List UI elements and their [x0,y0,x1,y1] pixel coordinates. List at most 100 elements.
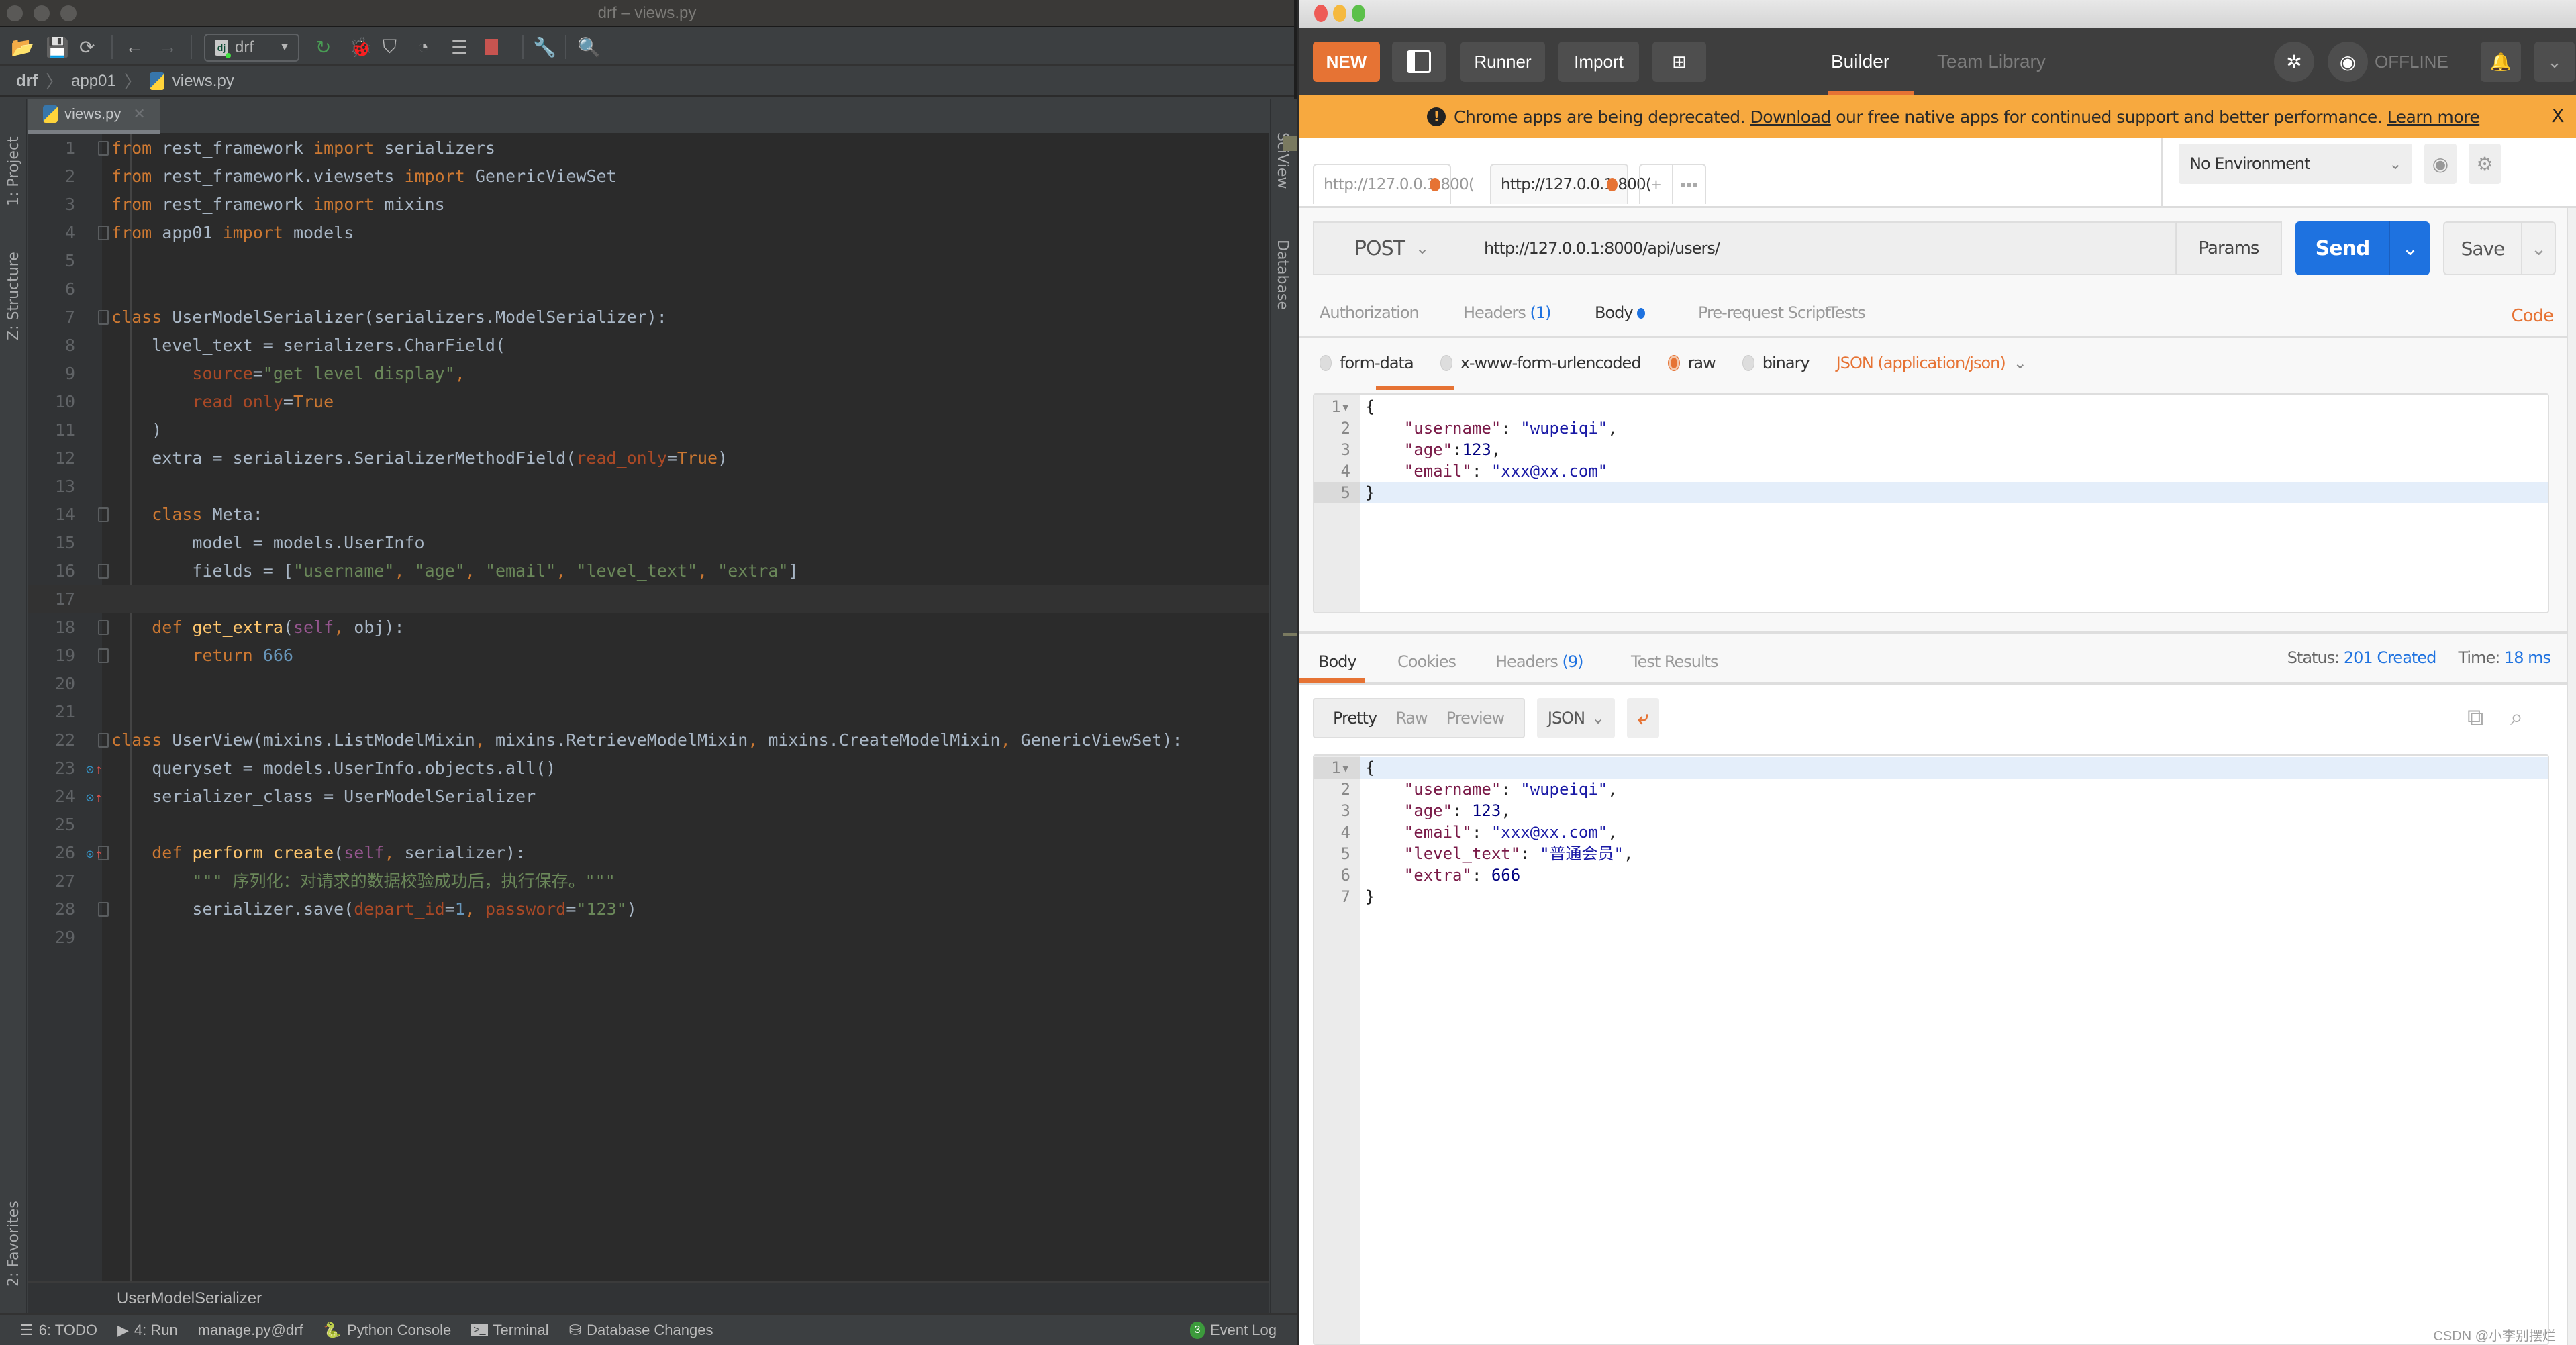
code-link[interactable]: Code [2511,306,2554,326]
code-line[interactable]: 19 return 666 [28,642,1269,670]
response-tab-body[interactable]: Body [1318,652,1357,671]
code-line[interactable]: 4 from app01 import models [28,219,1269,247]
body-type-raw[interactable]: raw [1667,354,1716,372]
add-tab-button[interactable]: + [1640,165,1673,204]
json-line[interactable]: 3 "age":123, [1314,439,2548,460]
sync-status-button[interactable]: ◉ [2328,42,2368,82]
close-icon[interactable]: X [2551,105,2564,127]
wrench-settings-icon[interactable]: 🔧 [533,35,556,59]
code-line[interactable]: 7 class UserModelSerializer(serializers.M… [28,303,1269,332]
code-line[interactable]: 3 from rest_framework import mixins [28,191,1269,219]
tab-prerequest-script[interactable]: Pre-request Script [1698,303,1831,322]
json-line[interactable]: 6 "extra": 666 [1314,864,2548,886]
save-options-chevron-icon[interactable]: ⌄ [2521,223,2555,274]
terminal-button[interactable]: >_ Terminal [471,1322,549,1339]
interceptor-button[interactable]: ✲ [2274,42,2314,82]
request-tab-active[interactable]: http://127.0.0.1:800( [1490,164,1652,204]
new-window-button[interactable]: ⊞ [1652,42,1706,82]
copy-icon[interactable]: ⧉ [2467,705,2483,731]
account-menu-button[interactable]: ⌄ [2534,42,2575,82]
send-button[interactable]: Send ⌄ [2295,221,2430,275]
radio-button-selected[interactable] [1667,355,1680,371]
json-line[interactable]: 5} [1314,482,2548,503]
code-line[interactable]: 16 fields = ["username", "age", "email",… [28,557,1269,585]
code-line[interactable]: 14 class Meta: [28,501,1269,529]
code-line[interactable]: 29 [28,924,1269,952]
search-icon[interactable]: ⌕ [2510,705,2523,731]
sync-icon[interactable]: ⟳ [79,35,95,59]
code-line[interactable]: 28 serializer.save(depart_id=1, password… [28,895,1269,924]
builder-tab[interactable]: Builder [1831,42,1889,82]
runner-button[interactable]: Runner [1460,42,1545,82]
response-tab-cookies[interactable]: Cookies [1397,652,1456,671]
scrollbar-marker[interactable] [1283,633,1297,636]
run-config-select[interactable]: dj drf ▼ [204,34,299,62]
concurrency-icon[interactable]: ☰ [451,35,468,59]
save-icon[interactable]: 💾 [46,35,69,59]
breadcrumb-item[interactable]: drf [16,72,38,91]
todo-tool-button[interactable]: ☰ 6: TODO [20,1322,97,1339]
debug-bug-icon[interactable]: 🐞 [349,35,373,59]
url-input[interactable]: http://127.0.0.1:8000/api/users/ [1469,221,2176,275]
close-icon[interactable]: ✕ [133,105,145,123]
method-select[interactable]: POST ⌄ [1313,221,1469,275]
json-line[interactable]: 5 "level_text": "普通会员", [1314,843,2548,864]
override-method-icon[interactable]: ⊙ [86,789,103,805]
stop-icon[interactable] [485,35,498,59]
new-button[interactable]: NEW [1313,42,1380,82]
view-raw[interactable]: Raw [1395,709,1428,728]
wrap-lines-button[interactable]: ⤶ [1627,698,1659,738]
code-line[interactable]: 15 model = models.UserInfo [28,529,1269,557]
json-line[interactable]: 2 "username": "wupeiqi", [1314,417,2548,439]
code-editor[interactable]: 1 from rest_framework import serializers 2… [28,134,1297,1281]
code-line[interactable]: 6 [28,275,1269,303]
body-type-urlencoded[interactable]: x-www-form-urlencoded [1440,354,1642,372]
fold-toggle-icon[interactable] [98,902,109,917]
profile-icon[interactable]: ◔ [417,35,429,59]
fold-toggle-icon[interactable] [98,226,109,240]
scrollbar-marker[interactable] [1283,136,1297,151]
code-line[interactable]: 11 ) [28,416,1269,444]
override-method-icon[interactable]: ⊙ [86,761,103,777]
response-body-viewer[interactable]: 1▾{2 "username": "wupeiqi", 3 "age": 123,… [1313,754,2549,1345]
breadcrumb-item[interactable]: views.py [172,72,234,91]
window-minimize-button[interactable] [1333,5,1346,22]
tab-authorization[interactable]: Authorization [1320,303,1420,322]
window-maximize-button[interactable] [1352,5,1365,22]
json-line[interactable]: 4 "email": "xxx@xx.com", [1314,821,2548,843]
save-button[interactable]: Save ⌄ [2443,221,2556,275]
code-line[interactable]: 20 [28,670,1269,698]
response-tab-test-results[interactable]: Test Results [1631,652,1719,671]
environment-select[interactable]: No Environment ⌄ [2179,144,2412,184]
code-line[interactable]: 22 class UserView(mixins.ListModelMixin, … [28,726,1269,754]
open-folder-icon[interactable]: 📂 [11,35,34,59]
json-line[interactable]: 1▾ { [1314,757,2548,779]
structure-breadcrumb[interactable]: UserModelSerializer [117,1289,262,1308]
code-line[interactable]: 8 level_text = serializers.CharField( [28,332,1269,360]
tab-body[interactable]: Body [1595,303,1645,322]
request-tab[interactable]: http://127.0.0.1:800( [1313,164,1475,204]
code-line[interactable]: 12 extra = serializers.SerializerMethodF… [28,444,1269,472]
run-with-coverage-icon[interactable]: ⛉ [383,35,397,59]
manage-py-tool-button[interactable]: manage.py@drf [198,1322,303,1339]
code-line[interactable]: 25 [28,811,1269,839]
view-preview[interactable]: Preview [1446,709,1505,728]
code-line[interactable]: 21 [28,698,1269,726]
json-line[interactable]: 3 "age": 123, [1314,800,2548,821]
body-type-binary[interactable]: binary [1742,354,1810,372]
fold-toggle-icon[interactable] [98,507,109,522]
content-type-select[interactable]: JSON (application/json) ⌄ [1836,354,2027,372]
override-method-icon[interactable]: ⊙ [86,846,103,862]
radio-button[interactable] [1742,355,1754,371]
send-options-chevron-icon[interactable]: ⌄ [2389,221,2430,275]
fold-toggle-icon[interactable] [98,620,109,635]
forward-arrow-icon[interactable]: → [158,35,177,59]
tool-tab-favorites[interactable]: 2: Favorites [5,1201,22,1287]
code-line[interactable]: 24 ⊙ serializer_class = UserModelSerializ… [28,783,1269,811]
response-format-select[interactable]: JSON ⌄ [1537,698,1615,738]
json-line[interactable]: 2 "username": "wupeiqi", [1314,779,2548,800]
code-line[interactable]: 26 ⊙ def perform_create(self, serializer)… [28,839,1269,867]
more-tabs-button[interactable]: ••• [1673,165,1705,204]
database-changes-button[interactable]: ⛁ Database Changes [569,1322,713,1339]
python-console-button[interactable]: 🐍 Python Console [324,1322,452,1339]
